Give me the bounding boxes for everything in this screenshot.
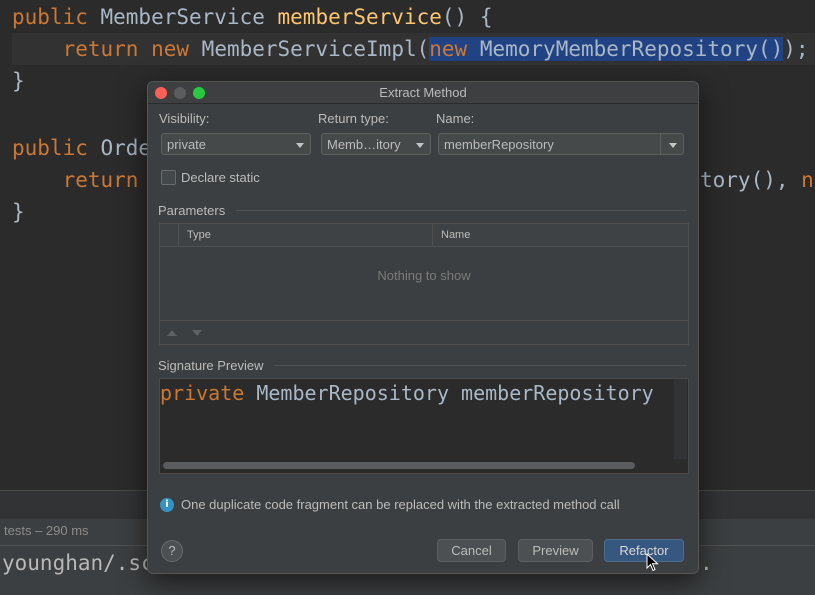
divider <box>236 210 687 211</box>
empty-table-text: Nothing to show <box>377 268 471 283</box>
refactor-button[interactable]: Refactor <box>604 539 684 562</box>
dialog-title: Extract Method <box>379 85 467 100</box>
method-name: memberService <box>277 5 442 29</box>
keyword: return <box>62 37 139 61</box>
signature-rest: MemberRepository memberRepository <box>244 381 654 405</box>
method-name-value: memberRepository <box>444 137 554 152</box>
code-text: tory(), <box>700 168 802 192</box>
keyword: public <box>12 5 88 29</box>
keyword: new <box>151 37 190 61</box>
name-label: Name: <box>436 111 475 126</box>
column-divider <box>432 224 433 246</box>
info-icon: i <box>160 498 174 512</box>
code-text: MemberServiceImpl( <box>189 37 430 61</box>
keyword: ne <box>801 168 815 192</box>
divider <box>660 134 661 154</box>
keyword: private <box>160 381 245 405</box>
declare-static-checkbox[interactable] <box>161 170 176 185</box>
return-type-select[interactable]: Memb…itory <box>321 133 431 155</box>
mouse-cursor-icon <box>646 553 659 572</box>
chevron-down-icon <box>416 143 424 148</box>
signature-preview-title: Signature Preview <box>158 358 264 373</box>
move-down-icon[interactable] <box>192 330 202 336</box>
keyword: return <box>62 168 139 192</box>
horizontal-scrollbar[interactable] <box>163 462 635 469</box>
help-button[interactable]: ? <box>161 540 183 562</box>
selected-expression[interactable]: new MemoryMemberRepository() <box>429 37 784 61</box>
preview-button[interactable]: Preview <box>518 539 593 562</box>
code-line-6[interactable]: } <box>12 196 25 228</box>
visibility-label: Visibility: <box>159 111 210 126</box>
move-up-icon[interactable] <box>167 330 177 336</box>
keyword: public <box>12 136 88 160</box>
table-toolbar <box>160 320 688 345</box>
visibility-select[interactable]: private <box>161 133 311 155</box>
dialog-titlebar[interactable]: Extract Method <box>148 82 698 104</box>
type-name: MemberService <box>87 5 278 29</box>
code-text: MemoryMemberRepository() <box>467 37 784 61</box>
terminal-text-tail: . <box>700 551 713 575</box>
terminal-text: younghan/.sc <box>2 551 154 575</box>
chevron-down-icon <box>296 143 304 148</box>
return-type-value: Memb…itory <box>327 137 401 152</box>
column-header-type[interactable]: Type <box>187 229 211 241</box>
declare-static-label[interactable]: Declare static <box>181 170 260 185</box>
cancel-button[interactable]: Cancel <box>437 539 506 562</box>
table-header: Type Name <box>160 224 688 247</box>
code-punct: () { <box>441 5 493 29</box>
code-line-2[interactable]: return new MemberServiceImpl(new MemoryM… <box>12 33 815 65</box>
parameters-table[interactable]: Type Name Nothing to show <box>159 223 689 345</box>
run-status: tests – 290 ms <box>4 523 89 538</box>
column-divider <box>178 224 179 246</box>
code-line-4[interactable]: public Orde <box>12 132 151 164</box>
info-message: One duplicate code fragment can be repla… <box>181 497 620 512</box>
visibility-value: private <box>167 137 207 152</box>
code-line-5[interactable]: return <box>12 164 139 196</box>
signature-text: private MemberRepository memberRepositor… <box>160 381 654 405</box>
return-type-label: Return type: <box>318 111 389 126</box>
vertical-scrollbar[interactable] <box>674 379 687 459</box>
code-text: Orde <box>87 136 152 160</box>
code-line-3[interactable]: } <box>12 65 25 97</box>
divider <box>274 365 687 366</box>
signature-preview[interactable]: private MemberRepository memberRepositor… <box>159 378 689 474</box>
chevron-down-icon <box>669 143 677 148</box>
code-line-1[interactable]: public MemberService memberService() { <box>12 1 492 33</box>
keyword: new <box>429 37 468 61</box>
parameters-title: Parameters <box>158 203 226 218</box>
column-header-name[interactable]: Name <box>441 229 470 241</box>
method-name-input[interactable]: memberRepository <box>438 133 684 155</box>
code-line-5-tail[interactable]: tory(), ne <box>700 164 815 196</box>
extract-method-dialog: Extract Method Visibility: private Retur… <box>147 81 699 574</box>
code-punct: ); <box>783 37 809 61</box>
